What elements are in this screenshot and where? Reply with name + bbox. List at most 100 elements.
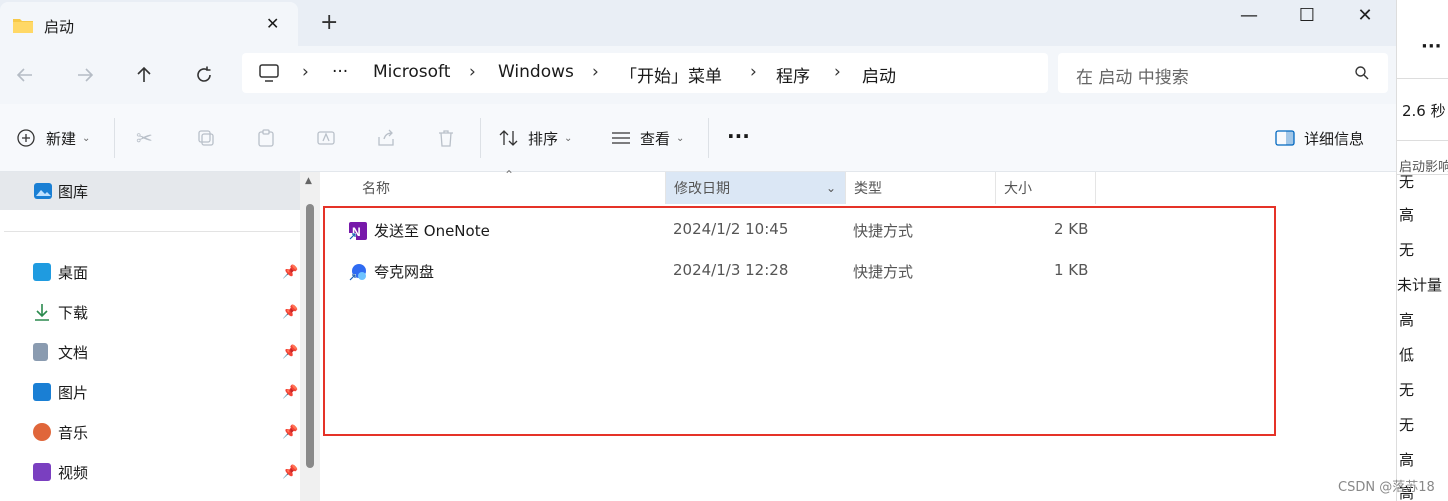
sidebar-item-gallery[interactable]: 图库 xyxy=(0,172,300,210)
chevron-right-icon: › xyxy=(469,62,476,82)
column-header-size[interactable]: 大小 xyxy=(996,172,1096,204)
impact-value: 高 xyxy=(1399,451,1415,469)
navigation-pane: 图库 桌面 📌 下载 📌 文档 📌 图片 📌 音乐 📌 视频 📌 xyxy=(0,172,300,501)
impact-value: 无 xyxy=(1399,173,1415,191)
search-box[interactable]: 在 启动 中搜索 xyxy=(1058,53,1388,93)
impact-value: 低 xyxy=(1399,346,1415,364)
document-icon xyxy=(33,343,48,361)
back-button[interactable] xyxy=(10,60,40,90)
impact-value: 无 xyxy=(1399,241,1415,259)
column-header-name[interactable]: 名称 xyxy=(354,172,666,204)
breadcrumb-item-current[interactable]: 启动 xyxy=(862,62,896,87)
refresh-button[interactable] xyxy=(189,60,219,90)
view-list-icon xyxy=(612,132,630,144)
sidebar-item-label: 图库 xyxy=(58,182,89,201)
pictures-icon xyxy=(33,383,51,401)
divider xyxy=(1397,78,1448,79)
chevron-down-icon[interactable]: ⌄ xyxy=(826,181,836,195)
breadcrumb-item[interactable]: 程序 xyxy=(776,62,810,87)
new-button[interactable]: 新建 ⌄ xyxy=(16,126,90,150)
details-label: 详细信息 xyxy=(1304,129,1365,148)
address-row: › ··· Microsoft › Windows › 「开始」菜单 › 程序 … xyxy=(0,46,1396,104)
address-bar[interactable]: › ··· Microsoft › Windows › 「开始」菜单 › 程序 … xyxy=(242,53,1048,93)
minimize-button[interactable]: — xyxy=(1220,0,1278,30)
breadcrumb-ellipsis[interactable]: ··· xyxy=(332,62,348,82)
forward-button[interactable] xyxy=(70,60,100,90)
up-button[interactable] xyxy=(129,60,159,90)
share-icon[interactable] xyxy=(376,126,396,150)
gallery-icon xyxy=(34,183,52,199)
breadcrumb-item[interactable]: Windows xyxy=(498,62,574,82)
scroll-up-icon[interactable]: ▲ xyxy=(305,176,312,186)
music-icon xyxy=(33,423,51,441)
sidebar-item-videos[interactable]: 视频 📌 xyxy=(0,454,300,490)
view-label: 查看 xyxy=(640,129,671,148)
sidebar-item-label: 下载 xyxy=(58,303,89,322)
rename-icon[interactable] xyxy=(316,126,336,150)
column-header-type[interactable]: 类型 xyxy=(846,172,996,204)
sidebar-item-downloads[interactable]: 下载 📌 xyxy=(0,294,300,330)
video-icon xyxy=(33,463,51,481)
new-tab-button[interactable]: + xyxy=(320,10,338,35)
sidebar-item-label: 文档 xyxy=(58,343,89,362)
watermark-text: CSDN @落苏18 xyxy=(1338,480,1435,495)
command-bar: 新建 ⌄ ✂ 排序 ⌄ 查看 ⌄ ··· 详细信息 xyxy=(0,104,1396,172)
impact-value: 无 xyxy=(1399,416,1415,434)
computer-icon xyxy=(259,64,279,82)
pin-icon: 📌 xyxy=(282,384,299,400)
background-window-strip: ··· 2.6 秒 启动影响 无 高 无 未计量 高 低 无 无 高 高 xyxy=(1396,0,1448,501)
maximize-button[interactable]: ☐ xyxy=(1278,0,1336,30)
sidebar-scrollbar[interactable]: ▲ xyxy=(300,172,320,501)
chevron-down-icon: ⌄ xyxy=(676,132,685,144)
pin-icon: 📌 xyxy=(282,424,299,440)
more-options-button[interactable]: ··· xyxy=(727,124,750,148)
chevron-right-icon: › xyxy=(592,62,599,82)
details-pane-button[interactable]: 详细信息 xyxy=(1274,126,1364,150)
paste-icon[interactable] xyxy=(256,126,276,150)
plus-circle-icon xyxy=(17,129,35,147)
sidebar-item-label: 桌面 xyxy=(58,263,89,282)
sort-icon xyxy=(499,130,518,146)
cut-icon[interactable]: ✂ xyxy=(136,126,153,150)
sidebar-item-music[interactable]: 音乐 📌 xyxy=(0,414,300,450)
breadcrumb-item[interactable]: 「开始」菜单 xyxy=(620,62,722,87)
column-header-modified[interactable]: 修改日期 ⌄ xyxy=(666,172,846,204)
sort-button[interactable]: 排序 ⌄ xyxy=(498,126,572,150)
search-icon[interactable] xyxy=(1354,65,1370,81)
refresh-icon xyxy=(197,66,211,82)
new-label: 新建 xyxy=(46,129,77,148)
pin-icon: 📌 xyxy=(282,344,299,360)
breadcrumb-item[interactable]: Microsoft xyxy=(373,62,450,82)
tab-title: 启动 xyxy=(44,18,75,36)
sidebar-item-label: 音乐 xyxy=(58,423,89,442)
copy-icon[interactable] xyxy=(196,126,216,150)
impact-value: 高 xyxy=(1399,206,1415,224)
download-icon xyxy=(35,304,49,321)
folder-icon xyxy=(13,19,33,33)
chevron-right-icon: › xyxy=(750,62,757,82)
sort-label: 排序 xyxy=(528,129,559,148)
close-tab-icon[interactable]: ✕ xyxy=(266,14,279,33)
sidebar-item-label: 图片 xyxy=(58,383,89,402)
sidebar-item-pictures[interactable]: 图片 📌 xyxy=(0,374,300,410)
tab-startup[interactable]: 启动 ✕ xyxy=(0,2,298,46)
arrow-left-icon xyxy=(16,68,32,82)
divider xyxy=(1397,140,1448,141)
chevron-right-icon: › xyxy=(834,62,841,82)
sidebar-item-documents[interactable]: 文档 📌 xyxy=(0,334,300,370)
chevron-down-icon: ⌄ xyxy=(564,132,573,144)
delete-icon[interactable] xyxy=(436,126,456,150)
sidebar-item-desktop[interactable]: 桌面 📌 xyxy=(0,254,300,290)
sidebar-item-label: 视频 xyxy=(58,463,89,482)
impact-value: 无 xyxy=(1399,381,1415,399)
close-window-button[interactable]: ✕ xyxy=(1336,0,1394,30)
search-input[interactable]: 在 启动 中搜索 xyxy=(1076,63,1189,88)
toolbar-divider xyxy=(480,118,481,158)
pin-icon: 📌 xyxy=(282,464,299,480)
title-bar: 启动 ✕ + — ☐ ✕ xyxy=(0,0,1396,46)
toolbar-divider xyxy=(114,118,115,158)
view-button[interactable]: 查看 ⌄ xyxy=(610,126,684,150)
sidebar-divider xyxy=(4,231,300,232)
more-icon[interactable]: ··· xyxy=(1421,36,1442,57)
scrollbar-thumb[interactable] xyxy=(306,204,314,468)
